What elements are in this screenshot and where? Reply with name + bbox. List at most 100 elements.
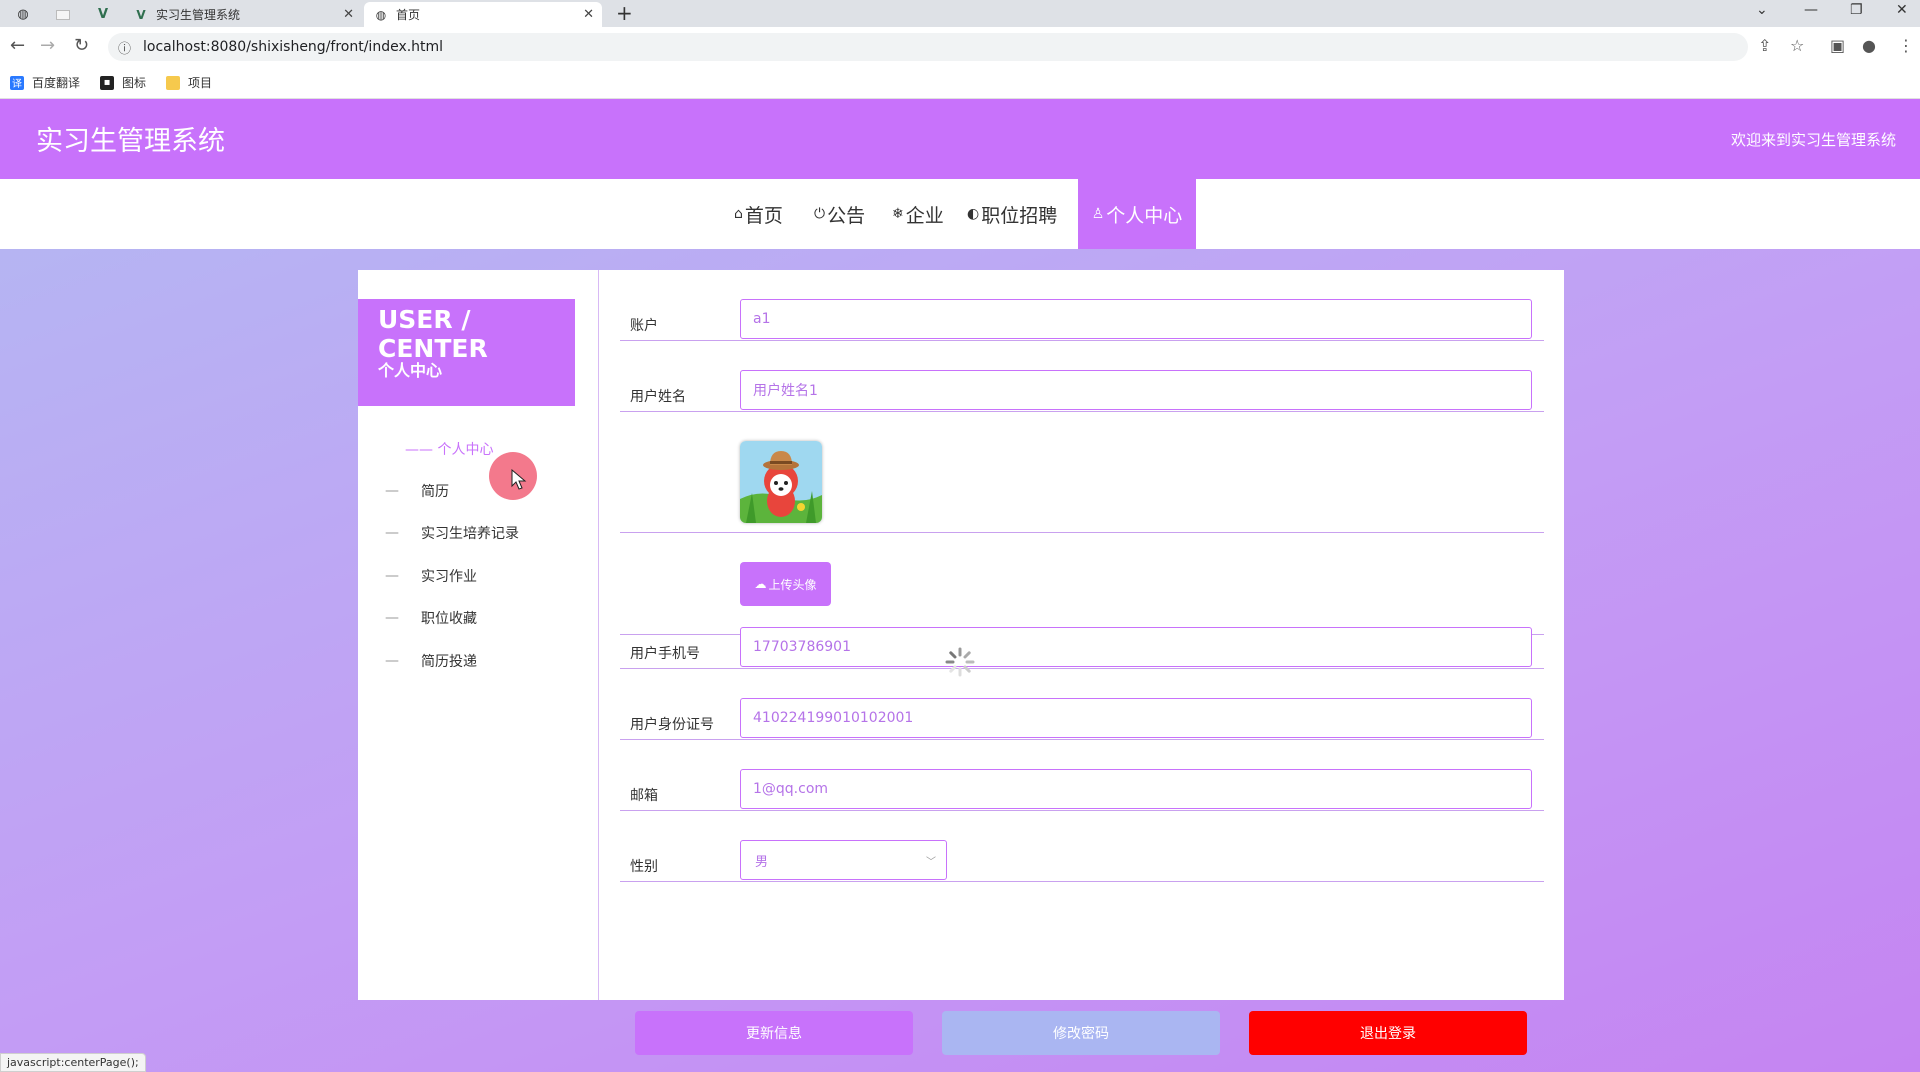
update-info-button[interactable]: 更新信息 — [635, 1011, 913, 1055]
phone-input[interactable] — [740, 627, 1532, 667]
name-label: 用户姓名 — [630, 389, 686, 405]
id-card-input[interactable] — [740, 698, 1532, 738]
snowflake-icon: ❄ — [892, 206, 904, 222]
upload-avatar-button[interactable]: ☁ 上传头像 — [740, 562, 831, 606]
email-input[interactable] — [740, 769, 1532, 809]
loading-spinner-icon — [945, 647, 975, 677]
nav-home[interactable]: ⌂ 首页 — [734, 179, 783, 249]
phone-row: 用户手机号 — [620, 627, 1544, 669]
menu-dots-icon[interactable]: ⋮ — [1898, 36, 1914, 55]
email-row: 邮箱 — [620, 769, 1544, 811]
main-nav: ⌂ 首页 ⏻ 公告 ❄ 企业 ◐ 职位招聘 ♙ 个人中心 — [0, 179, 1920, 249]
sidebar-item-training-records[interactable]: — 实习生培养记录 — [385, 523, 519, 543]
status-bar: javascript:centerPage(); — [0, 1053, 146, 1072]
site-header: 实习生管理系统 欢迎来到实习生管理系统 — [0, 99, 1920, 179]
close-icon[interactable]: ✕ — [343, 7, 354, 22]
gender-row: 性别 男 ﹀ — [620, 840, 1544, 882]
nav-jobs[interactable]: ◐ 职位招聘 — [967, 179, 1057, 249]
mouse-pointer-icon — [511, 469, 527, 490]
home-icon: ⌂ — [734, 206, 743, 222]
tab-search-icon[interactable]: ⌄ — [1756, 2, 1768, 18]
bookmark-label: 项目 — [188, 76, 213, 90]
reload-icon[interactable]: ↻ — [74, 35, 89, 56]
name-input[interactable] — [740, 370, 1532, 410]
folder-icon — [166, 75, 181, 90]
bookmark-icons[interactable]: ▪ 图标 — [100, 74, 146, 91]
pinned-tab-2[interactable] — [48, 2, 78, 27]
page-body: 实习生管理系统 欢迎来到实习生管理系统 ⌂ 首页 ⏻ 公告 ❄ 企业 ◐ 职位招… — [0, 99, 1920, 1072]
star-icon[interactable]: ☆ — [1790, 36, 1804, 55]
sidebar-item-resume[interactable]: — 简历 — [385, 481, 449, 501]
share-icon[interactable]: ⇪ — [1758, 36, 1771, 55]
browser-tabbar: ◍ V V 实习生管理系统 ✕ ◍ 首页 ✕ + ⌄ — ❐ ✕ — [0, 0, 1920, 27]
new-tab-button[interactable]: + — [616, 1, 633, 25]
dash: — — [385, 483, 399, 499]
globe-icon: ◍ — [17, 7, 29, 22]
sidebar-item-job-favorites[interactable]: — 职位收藏 — [385, 608, 477, 628]
pinned-tab-3[interactable]: V — [88, 2, 118, 27]
back-arrow-icon[interactable]: ← — [10, 35, 25, 56]
nav-personal-center[interactable]: ♙ 个人中心 — [1078, 179, 1196, 249]
url-field[interactable]: ⓘ localhost:8080/shixisheng/front/index.… — [108, 33, 1748, 61]
welcome-text: 欢迎来到实习生管理系统 — [1730, 131, 1896, 149]
url-text: localhost:8080/shixisheng/front/index.ht… — [143, 39, 444, 55]
bookmark-projects[interactable]: 项目 — [166, 74, 212, 91]
restore-icon[interactable]: ❐ — [1850, 2, 1863, 18]
dash: — — [385, 525, 399, 541]
tab-title: 首页 — [396, 8, 421, 22]
globe-icon: ◍ — [375, 7, 387, 22]
name-row: 用户姓名 — [620, 370, 1544, 412]
vue-logo-icon: V — [136, 7, 146, 22]
tab-internship-system[interactable]: V 实习生管理系统 ✕ — [124, 2, 362, 27]
account-input[interactable] — [740, 299, 1532, 339]
avatar — [740, 441, 822, 523]
info-icon[interactable]: ⓘ — [118, 38, 131, 57]
sidebar-item-homework[interactable]: — 实习作业 — [385, 566, 477, 586]
tab-home[interactable]: ◍ 首页 ✕ — [364, 2, 602, 27]
sidebar-item-label: 简历 — [421, 484, 449, 500]
window-close-icon[interactable]: ✕ — [1896, 2, 1908, 18]
sidebar-item-resume-delivery[interactable]: — 简历投递 — [385, 651, 477, 671]
minimize-icon[interactable]: — — [1804, 2, 1818, 18]
nav-label: 职位招聘 — [981, 204, 1058, 227]
change-password-button[interactable]: 修改密码 — [942, 1011, 1220, 1055]
nav-company[interactable]: ❄ 企业 — [892, 179, 944, 249]
nav-label: 企业 — [905, 204, 944, 227]
divider — [598, 270, 599, 1000]
sidebar-header: USER / CENTER 个人中心 — [358, 299, 575, 406]
user-center-card: USER / CENTER 个人中心 —— 个人中心 — 简历 — 实习生培养记… — [358, 270, 1564, 1055]
dash: — — [385, 568, 399, 584]
sidebar-item-personal-center[interactable]: —— 个人中心 — [405, 439, 493, 459]
nav-label: 公告 — [827, 204, 866, 227]
nav-label: 首页 — [744, 204, 783, 227]
site-title: 实习生管理系统 — [36, 126, 225, 157]
sidebar-item-label: 实习生培养记录 — [421, 526, 519, 542]
profile-icon[interactable]: ● — [1862, 36, 1876, 55]
account-label: 账户 — [630, 318, 658, 334]
email-label: 邮箱 — [630, 788, 658, 804]
address-bar: ← → ↻ ⓘ localhost:8080/shixisheng/front/… — [0, 27, 1920, 67]
power-icon: ⏻ — [814, 206, 826, 222]
forward-arrow-icon[interactable]: → — [40, 35, 55, 56]
palette-icon: ◐ — [967, 206, 980, 222]
id-card-row: 用户身份证号 — [620, 698, 1544, 740]
logout-button[interactable]: 退出登录 — [1249, 1011, 1527, 1055]
cloud-upload-icon: ☁ — [754, 577, 767, 591]
bookmarks-bar: 译 百度翻译 ▪ 图标 项目 — [0, 67, 1920, 99]
upload-row: ☁ 上传头像 — [620, 562, 1544, 635]
picture-icon: ▪ — [100, 75, 115, 90]
close-icon[interactable]: ✕ — [583, 7, 594, 22]
gender-label: 性别 — [630, 859, 658, 875]
sidebar-title: USER / CENTER — [378, 305, 488, 363]
dash: — — [385, 653, 399, 669]
blank-page-icon — [56, 9, 70, 20]
side-panel-icon[interactable]: ▣ — [1830, 36, 1845, 55]
nav-notice[interactable]: ⏻ 公告 — [814, 179, 865, 249]
gender-select[interactable]: 男 ﹀ — [740, 840, 947, 880]
phone-label: 用户手机号 — [630, 646, 700, 662]
pinned-tab-1[interactable]: ◍ — [8, 2, 38, 27]
sidebar-subtitle: 个人中心 — [378, 361, 443, 380]
upload-label: 上传头像 — [768, 577, 817, 592]
sidebar-item-label: 简历投递 — [421, 654, 477, 670]
bookmark-baidu-translate[interactable]: 译 百度翻译 — [10, 74, 80, 91]
